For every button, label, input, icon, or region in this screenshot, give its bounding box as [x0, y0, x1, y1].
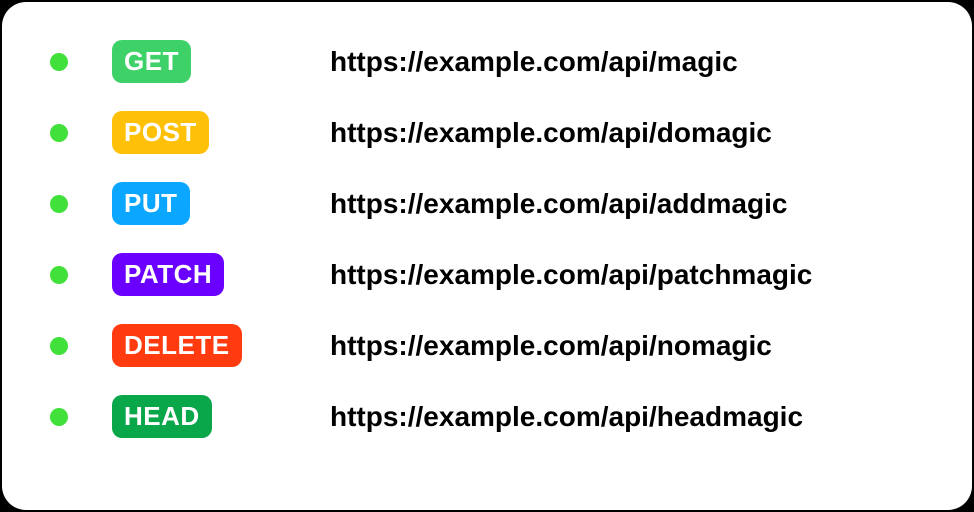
method-badge-get: GET: [112, 40, 191, 83]
status-dot-icon: [50, 337, 68, 355]
status-dot-icon: [50, 408, 68, 426]
endpoint-url: https://example.com/api/addmagic: [330, 188, 787, 220]
status-dot-icon: [50, 266, 68, 284]
endpoints-card: GET https://example.com/api/magic POST h…: [2, 2, 972, 510]
endpoint-url: https://example.com/api/nomagic: [330, 330, 772, 362]
endpoint-row: GET https://example.com/api/magic: [50, 40, 924, 83]
endpoint-row: DELETE https://example.com/api/nomagic: [50, 324, 924, 367]
endpoint-row: HEAD https://example.com/api/headmagic: [50, 395, 924, 438]
method-badge-head: HEAD: [112, 395, 212, 438]
endpoint-row: PUT https://example.com/api/addmagic: [50, 182, 924, 225]
endpoint-row: PATCH https://example.com/api/patchmagic: [50, 253, 924, 296]
endpoint-row: POST https://example.com/api/domagic: [50, 111, 924, 154]
endpoint-url: https://example.com/api/magic: [330, 46, 738, 78]
method-badge-put: PUT: [112, 182, 190, 225]
method-badge-delete: DELETE: [112, 324, 242, 367]
endpoint-url: https://example.com/api/domagic: [330, 117, 772, 149]
method-badge-post: POST: [112, 111, 209, 154]
status-dot-icon: [50, 124, 68, 142]
status-dot-icon: [50, 53, 68, 71]
method-badge-patch: PATCH: [112, 253, 224, 296]
status-dot-icon: [50, 195, 68, 213]
endpoint-url: https://example.com/api/patchmagic: [330, 259, 812, 291]
endpoint-url: https://example.com/api/headmagic: [330, 401, 803, 433]
